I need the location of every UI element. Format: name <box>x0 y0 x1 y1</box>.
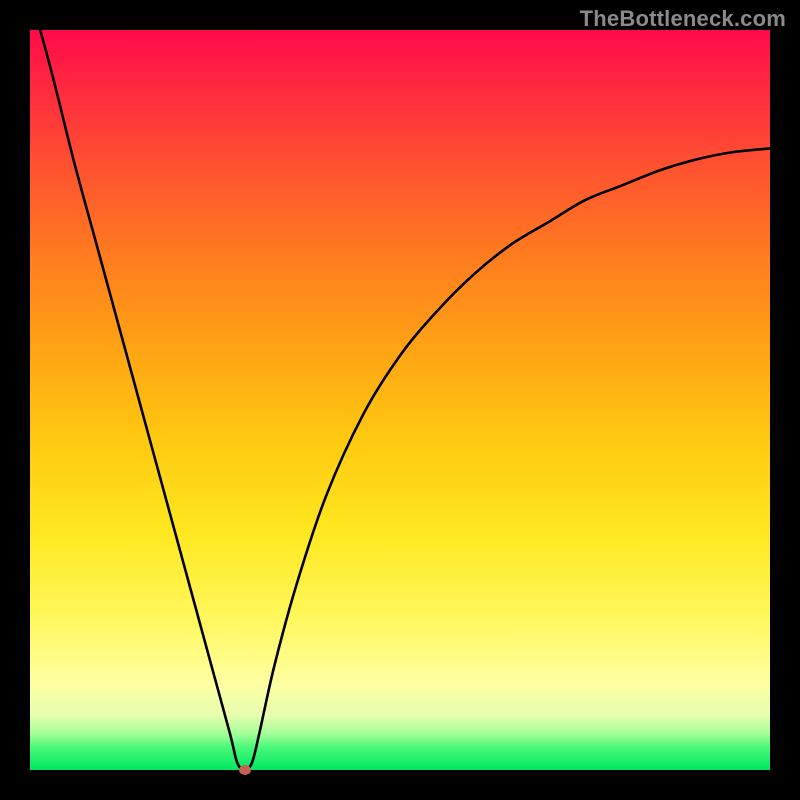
optimum-marker <box>239 765 251 775</box>
watermark-text: TheBottleneck.com <box>580 6 786 32</box>
bottleneck-curve <box>30 30 770 770</box>
plot-area <box>30 30 770 770</box>
chart-frame: TheBottleneck.com <box>0 0 800 800</box>
